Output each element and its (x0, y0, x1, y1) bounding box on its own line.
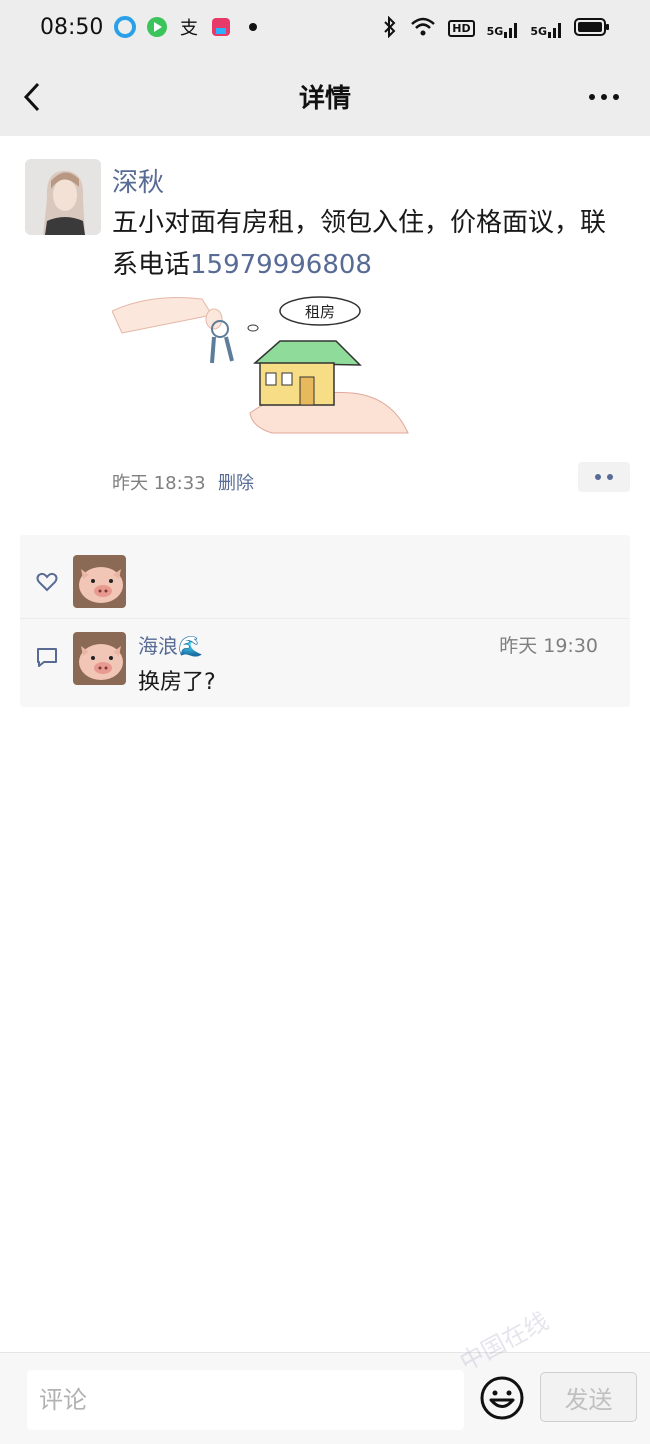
more-button[interactable] (588, 84, 620, 110)
video-icon (146, 16, 168, 38)
signal-icon: 5G (487, 20, 519, 38)
dot-icon (595, 474, 601, 480)
rental-house-illustration: 租房 (112, 293, 432, 436)
status-time: 08:50 (40, 15, 104, 40)
post-timestamp: 昨天 18:33 (112, 473, 206, 494)
app-icon (210, 16, 232, 38)
comment-author-name[interactable]: 海浪🌊 (138, 630, 203, 659)
svg-text:支: 支 (180, 18, 198, 38)
browser-icon (114, 16, 136, 38)
smiley-face-icon (480, 1376, 524, 1420)
post-author-name[interactable]: 深秋 (112, 162, 164, 199)
panel-divider (20, 618, 630, 619)
alipay-icon: 支 (178, 16, 200, 39)
post-image[interactable]: 租房 (112, 293, 432, 436)
wifi-icon (410, 16, 436, 41)
comment-input[interactable] (27, 1370, 464, 1430)
dot-icon (607, 474, 613, 480)
bluetooth-icon (382, 15, 398, 41)
phone-link[interactable]: 15979996808 (190, 250, 372, 280)
commenter-avatar[interactable] (73, 632, 126, 685)
nav-bar: 详情 (0, 58, 650, 136)
notification-dot-icon (242, 16, 264, 38)
comment-text[interactable]: 换房了? (138, 664, 216, 696)
signal-icon: 5G (530, 20, 562, 38)
author-avatar[interactable] (25, 159, 101, 235)
more-dots-icon (589, 94, 619, 100)
post-actions-button[interactable] (578, 462, 630, 492)
comment-icon (36, 646, 58, 668)
page-title: 详情 (298, 84, 351, 114)
liker-avatar[interactable] (73, 555, 126, 608)
status-bar: 08:50 支 HD 5G 5G (0, 0, 650, 58)
delete-link[interactable]: 删除 (218, 469, 254, 495)
heart-icon (36, 571, 58, 593)
network-label: 5G (530, 24, 547, 38)
status-indicators: HD 5G 5G (382, 15, 610, 41)
hd-badge: HD (448, 20, 475, 37)
battery-icon (574, 17, 610, 40)
post-text: 五小对面有房租，领包入住，价格面议，联系电话15979996808 (112, 202, 617, 286)
emoji-button[interactable] (479, 1375, 525, 1421)
network-label: 5G (486, 24, 504, 38)
comment-timestamp: 昨天 19:30 (499, 635, 598, 657)
image-caption: 租房 (305, 303, 335, 321)
status-app-icons: 支 (114, 16, 264, 39)
send-button[interactable]: 发送 (540, 1372, 637, 1422)
